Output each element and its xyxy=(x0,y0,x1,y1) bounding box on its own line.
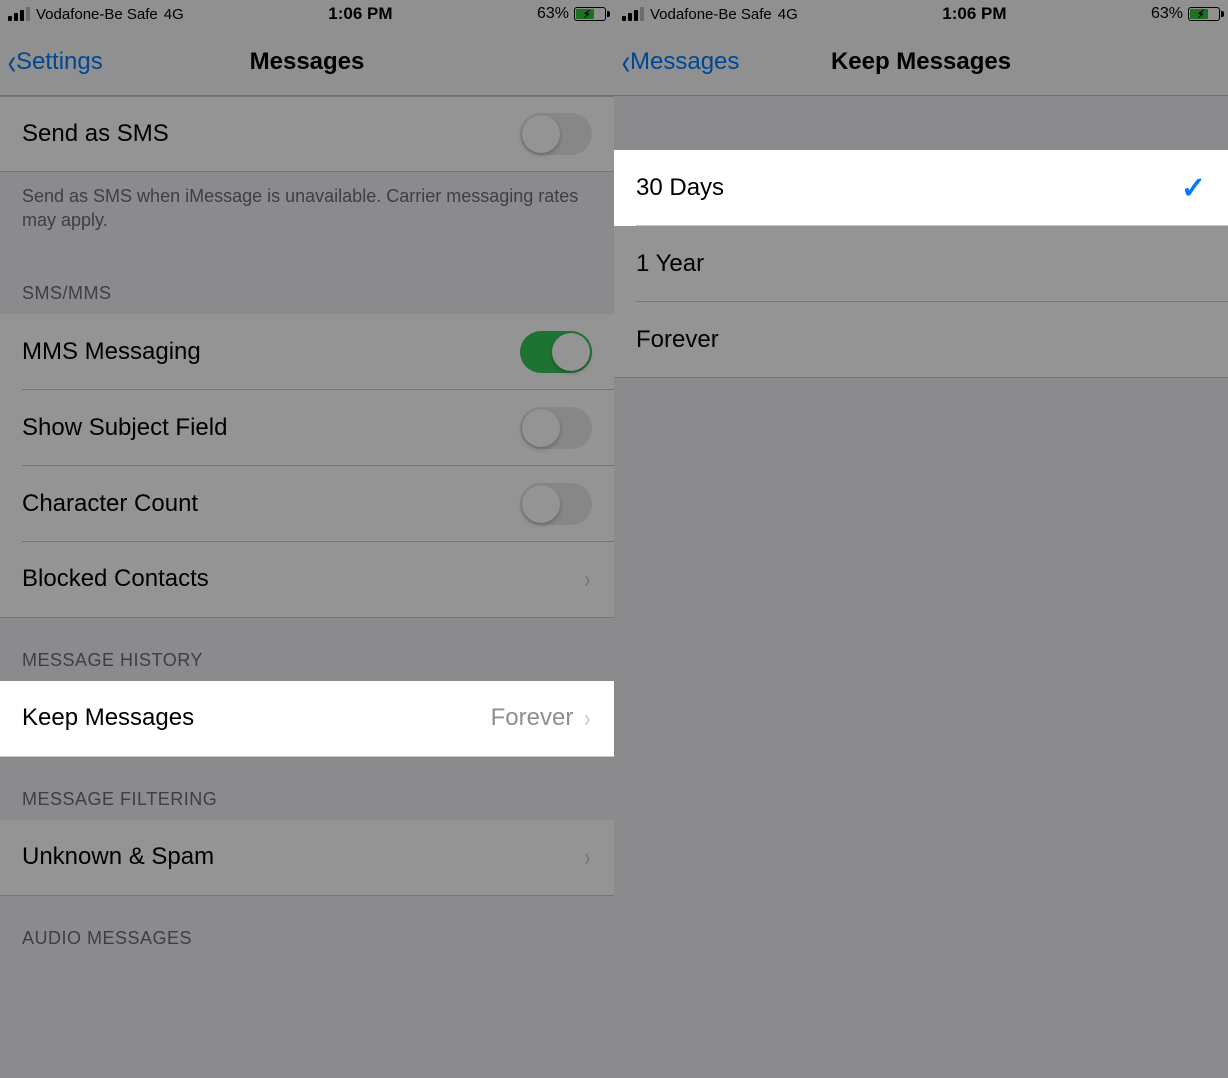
signal-icon xyxy=(622,7,644,21)
section-header-smsmms: SMS/MMS xyxy=(0,251,614,314)
nav-bar: ‹ Messages Keep Messages xyxy=(614,28,1228,96)
network-mode: 4G xyxy=(164,6,184,23)
battery-icon: ⚡︎ xyxy=(1188,7,1220,21)
send-sms-toggle[interactable] xyxy=(520,113,592,155)
row-char-count[interactable]: Character Count xyxy=(0,466,614,542)
row-show-subject[interactable]: Show Subject Field xyxy=(0,390,614,466)
options-list: 30 Days ✓ 1 Year Forever xyxy=(614,96,1228,1078)
back-label: Settings xyxy=(16,48,103,76)
charcount-toggle[interactable] xyxy=(520,483,592,525)
carrier-label: Vodafone-Be Safe xyxy=(36,6,158,23)
send-sms-footer: Send as SMS when iMessage is unavailable… xyxy=(0,172,614,251)
chevron-right-icon: › xyxy=(585,842,591,873)
status-bar: Vodafone-Be Safe 4G 1:06 PM 63% ⚡︎ xyxy=(614,0,1228,28)
network-mode: 4G xyxy=(778,6,798,23)
back-button[interactable]: ‹ Settings xyxy=(6,48,103,76)
option-label: Forever xyxy=(636,326,1206,354)
left-screenshot: Vodafone-Be Safe 4G 1:06 PM 63% ⚡︎ ‹ Set… xyxy=(0,0,614,1078)
subject-toggle[interactable] xyxy=(520,407,592,449)
row-value: Forever xyxy=(491,704,574,732)
checkmark-icon: ✓ xyxy=(1181,171,1206,206)
chevron-right-icon: › xyxy=(585,564,591,595)
right-screenshot: Vodafone-Be Safe 4G 1:06 PM 63% ⚡︎ ‹ Mes… xyxy=(614,0,1228,1078)
chevron-right-icon: › xyxy=(585,703,591,734)
spacer xyxy=(614,96,1228,150)
clock: 1:06 PM xyxy=(798,4,1151,24)
battery-pct: 63% xyxy=(537,5,569,23)
row-label: Keep Messages xyxy=(22,704,491,732)
status-bar: Vodafone-Be Safe 4G 1:06 PM 63% ⚡︎ xyxy=(0,0,614,28)
battery-icon: ⚡︎ xyxy=(574,7,606,21)
option-label: 30 Days xyxy=(636,174,1181,202)
row-label: Unknown & Spam xyxy=(22,843,583,871)
section-header-audio: AUDIO MESSAGES xyxy=(0,896,614,959)
battery-pct: 63% xyxy=(1151,5,1183,23)
settings-list: Send as SMS Send as SMS when iMessage is… xyxy=(0,96,614,1078)
row-send-as-sms[interactable]: Send as SMS xyxy=(0,96,614,172)
option-1-year[interactable]: 1 Year xyxy=(614,226,1228,302)
mms-toggle[interactable] xyxy=(520,331,592,373)
row-label: Character Count xyxy=(22,490,520,518)
option-forever[interactable]: Forever xyxy=(614,302,1228,378)
row-keep-messages[interactable]: Keep Messages Forever › xyxy=(0,681,614,757)
section-header-history: MESSAGE HISTORY xyxy=(0,618,614,681)
row-unknown-spam[interactable]: Unknown & Spam › xyxy=(0,820,614,896)
option-30-days[interactable]: 30 Days ✓ xyxy=(614,150,1228,226)
carrier-label: Vodafone-Be Safe xyxy=(650,6,772,23)
row-label: Blocked Contacts xyxy=(22,565,583,593)
row-mms-messaging[interactable]: MMS Messaging xyxy=(0,314,614,390)
row-label: Show Subject Field xyxy=(22,414,520,442)
clock: 1:06 PM xyxy=(184,4,537,24)
row-label: Send as SMS xyxy=(22,120,520,148)
signal-icon xyxy=(8,7,30,21)
section-header-filtering: MESSAGE FILTERING xyxy=(0,757,614,820)
option-label: 1 Year xyxy=(636,250,1206,278)
row-label: MMS Messaging xyxy=(22,338,520,366)
nav-bar: ‹ Settings Messages xyxy=(0,28,614,96)
back-button[interactable]: ‹ Messages xyxy=(620,48,739,76)
row-blocked-contacts[interactable]: Blocked Contacts › xyxy=(0,542,614,618)
back-label: Messages xyxy=(630,48,739,76)
